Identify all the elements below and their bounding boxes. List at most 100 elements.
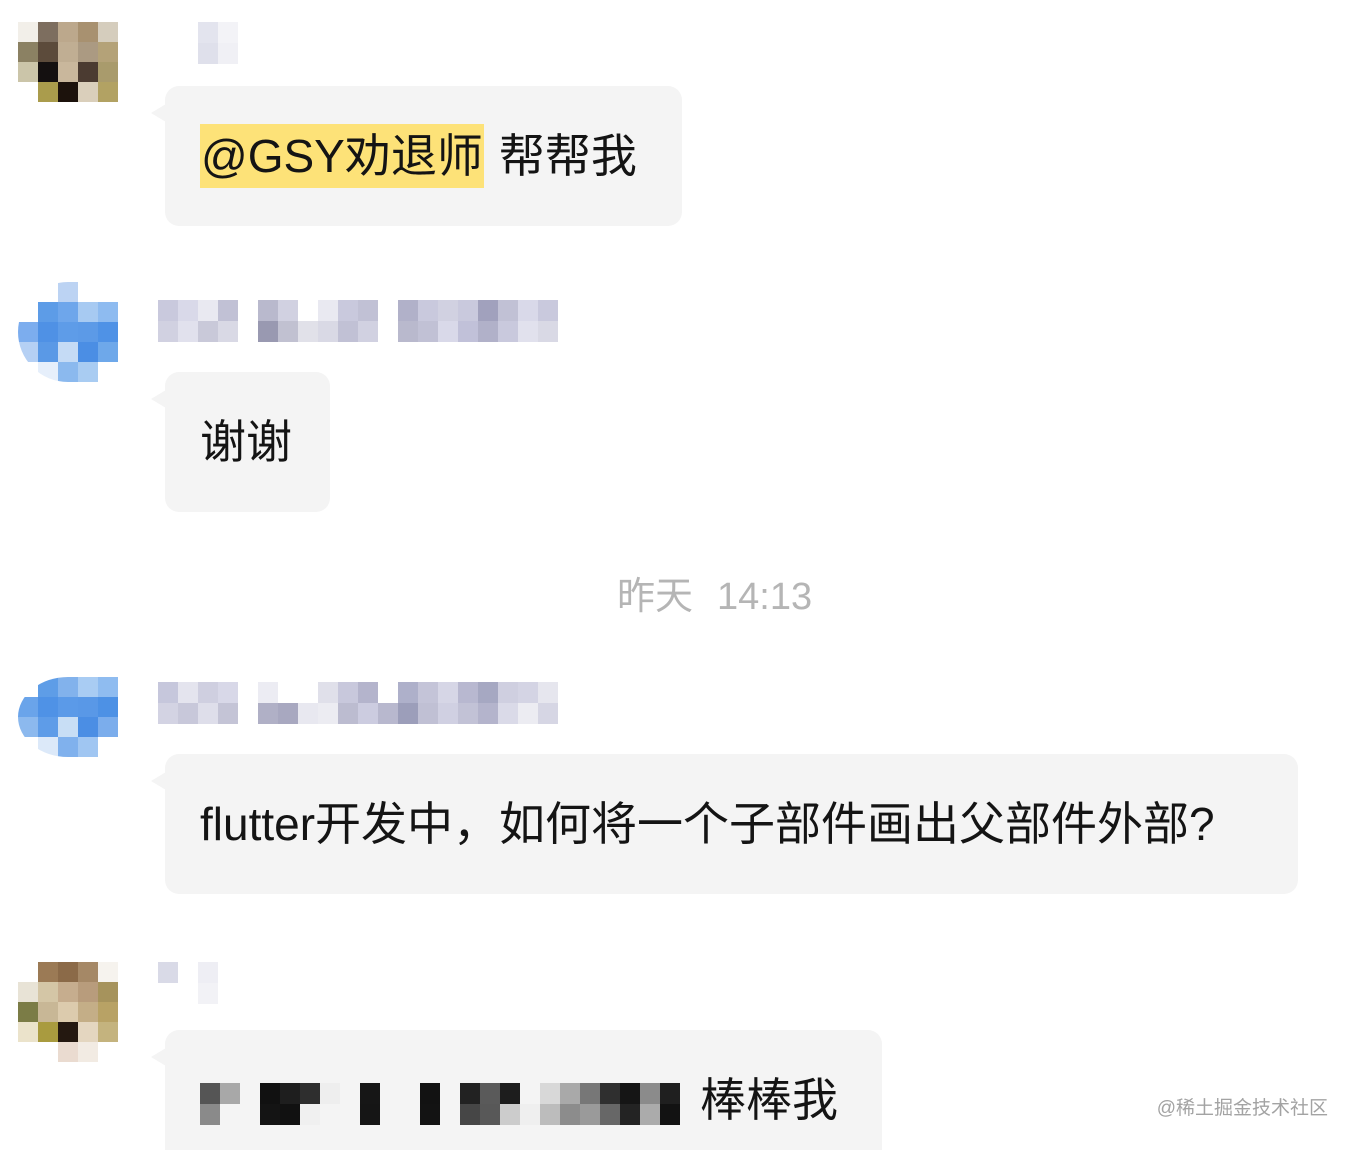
sender-avatar[interactable] bbox=[18, 677, 118, 757]
mosaic-cell bbox=[18, 697, 38, 717]
mosaic-cell bbox=[420, 1103, 440, 1125]
mosaic-cell bbox=[278, 321, 298, 342]
mosaic-cell bbox=[98, 62, 118, 82]
mosaic-cell bbox=[500, 1082, 520, 1104]
mosaic-cell bbox=[178, 962, 198, 983]
mosaic-cell bbox=[78, 982, 98, 1002]
mosaic-cell bbox=[378, 300, 398, 321]
mosaic-cell bbox=[258, 300, 278, 321]
mosaic-cell bbox=[580, 1103, 600, 1125]
mosaic-cell bbox=[178, 300, 198, 321]
mosaic-cell bbox=[18, 62, 38, 82]
mosaic-cell bbox=[660, 1082, 680, 1104]
mosaic-cell bbox=[358, 682, 378, 703]
mosaic-cell bbox=[98, 362, 118, 382]
mosaic-cell bbox=[18, 282, 38, 302]
mosaic-cell bbox=[560, 1082, 580, 1104]
sender-avatar[interactable] bbox=[18, 282, 118, 382]
mosaic-cell bbox=[98, 982, 118, 1002]
sender-avatar[interactable] bbox=[18, 22, 118, 102]
mosaic-cell bbox=[518, 321, 538, 342]
mosaic-cell bbox=[358, 703, 378, 724]
mosaic-cell bbox=[98, 42, 118, 62]
mosaic-cell bbox=[620, 1103, 640, 1125]
mosaic-cell bbox=[418, 703, 438, 724]
mosaic-cell bbox=[538, 703, 558, 724]
mosaic-cell bbox=[440, 1082, 460, 1104]
mosaic-cell bbox=[78, 737, 98, 757]
mosaic-cell bbox=[320, 1103, 340, 1125]
sender-name bbox=[158, 682, 558, 724]
mosaic-cell bbox=[178, 703, 198, 724]
mosaic-cell bbox=[58, 302, 78, 322]
mosaic-cell bbox=[78, 697, 98, 717]
mosaic-cell bbox=[58, 962, 78, 982]
mosaic-cell bbox=[340, 1082, 360, 1104]
mosaic-cell bbox=[58, 42, 78, 62]
message-bubble[interactable]: 棒棒我 bbox=[151, 1030, 882, 1150]
mosaic-cell bbox=[38, 1022, 58, 1042]
mosaic-cell bbox=[218, 321, 238, 342]
message-text: 谢谢 bbox=[200, 416, 292, 468]
time-divider: 昨天 14:13 bbox=[617, 574, 812, 620]
mosaic-cell bbox=[38, 282, 58, 302]
mosaic-cell bbox=[78, 62, 98, 82]
mosaic-cell bbox=[478, 703, 498, 724]
mosaic-cell bbox=[498, 703, 518, 724]
mosaic-cell bbox=[98, 22, 118, 42]
mosaic-cell bbox=[38, 1042, 58, 1062]
message-bubble[interactable]: flutter开发中，如何将一个子部件画出父部件外部? bbox=[151, 754, 1298, 894]
mosaic-cell bbox=[338, 703, 358, 724]
mention-tag[interactable]: @GSY劝退师 bbox=[200, 124, 484, 188]
mosaic-cell bbox=[480, 1082, 500, 1104]
mosaic-cell bbox=[58, 62, 78, 82]
mosaic-cell bbox=[98, 677, 118, 697]
mosaic-cell bbox=[58, 982, 78, 1002]
mosaic-cell bbox=[98, 962, 118, 982]
mosaic-cell bbox=[78, 342, 98, 362]
mosaic-cell bbox=[198, 962, 218, 983]
mosaic-cell bbox=[218, 703, 238, 724]
mosaic-cell bbox=[98, 82, 118, 102]
mosaic-cell bbox=[38, 717, 58, 737]
mosaic-cell bbox=[158, 682, 178, 703]
mosaic-cell bbox=[178, 983, 198, 1004]
mosaic-cell bbox=[178, 682, 198, 703]
mosaic-cell bbox=[58, 1022, 78, 1042]
mosaic-cell bbox=[458, 300, 478, 321]
mosaic-cell bbox=[338, 300, 358, 321]
sender-avatar[interactable] bbox=[18, 962, 118, 1062]
mosaic-cell bbox=[78, 677, 98, 697]
mosaic-cell bbox=[258, 682, 278, 703]
mosaic-cell bbox=[218, 300, 238, 321]
mosaic-cell bbox=[98, 697, 118, 717]
mosaic-cell bbox=[18, 1022, 38, 1042]
mosaic-cell bbox=[498, 300, 518, 321]
mosaic-cell bbox=[538, 321, 558, 342]
mosaic-cell bbox=[78, 1002, 98, 1022]
sender-name bbox=[158, 300, 558, 342]
message-bubble[interactable]: @GSY劝退师 帮帮我 bbox=[151, 86, 682, 226]
mosaic-cell bbox=[98, 302, 118, 322]
mosaic-cell bbox=[198, 703, 218, 724]
mosaic-cell bbox=[38, 302, 58, 322]
message-bubble[interactable]: 谢谢 bbox=[151, 372, 330, 512]
mosaic-cell bbox=[400, 1103, 420, 1125]
mosaic-cell bbox=[240, 1103, 260, 1125]
mosaic-cell bbox=[538, 682, 558, 703]
mosaic-cell bbox=[298, 321, 318, 342]
mosaic-cell bbox=[240, 1082, 260, 1104]
mosaic-cell bbox=[38, 737, 58, 757]
mosaic-cell bbox=[298, 300, 318, 321]
mention-tag-pixelated[interactable] bbox=[200, 1082, 680, 1125]
mosaic-cell bbox=[378, 682, 398, 703]
mosaic-cell bbox=[178, 321, 198, 342]
mosaic-cell bbox=[298, 703, 318, 724]
mosaic-cell bbox=[520, 1103, 540, 1125]
mosaic-cell bbox=[18, 677, 38, 697]
mosaic-cell bbox=[398, 703, 418, 724]
mosaic-cell bbox=[380, 1103, 400, 1125]
mosaic-cell bbox=[78, 22, 98, 42]
mosaic-cell bbox=[358, 321, 378, 342]
mosaic-cell bbox=[220, 1103, 240, 1125]
